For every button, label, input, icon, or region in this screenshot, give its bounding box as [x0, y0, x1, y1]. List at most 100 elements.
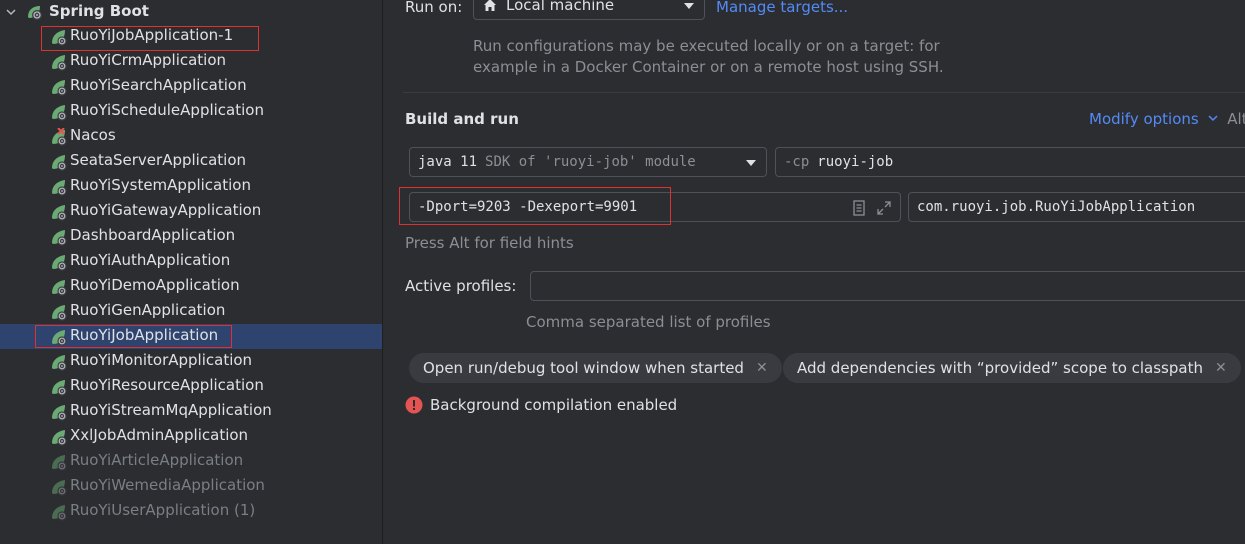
tree-item[interactable]: RuoYiResourceApplication — [0, 374, 382, 399]
home-icon — [484, 0, 496, 11]
tree-item[interactable]: RuoYiSearchApplication — [0, 74, 382, 99]
tree-item-label: RuoYiStreamMqApplication — [70, 401, 272, 419]
spring-boot-icon — [52, 230, 67, 246]
tree-item[interactable]: RuoYiStreamMqApplication — [0, 399, 382, 424]
active-profiles-label: Active profiles: — [405, 277, 517, 295]
tree-item-label: RuoYiSearchApplication — [70, 76, 247, 94]
run-on-select[interactable]: Local machine — [473, 0, 705, 20]
chevron-down-icon — [1207, 115, 1218, 122]
run-config-tree: Spring Boot RuoYiJobApplication-1 RuoYiCr… — [0, 0, 383, 544]
spring-boot-icon — [52, 205, 67, 221]
main-class-field[interactable]: com.ruoyi.job.RuoYiJobApplication — [908, 192, 1245, 222]
active-profiles-input[interactable] — [530, 271, 1245, 301]
spring-boot-icon — [52, 355, 67, 371]
cp-flag: -cp — [784, 154, 810, 170]
spring-boot-icon — [52, 330, 67, 346]
chevron-down-icon — [746, 160, 756, 166]
chip-open-tool-window[interactable]: Open run/debug tool window when started … — [409, 353, 782, 383]
chip-label: Open run/debug tool window when started — [423, 359, 744, 377]
chip-provided-scope[interactable]: Add dependencies with “provided” scope t… — [783, 353, 1241, 383]
spring-boot-icon — [52, 505, 67, 521]
tree-item-label: DashboardApplication — [70, 226, 236, 244]
vm-options-value: -Dport=9203 -Dexeport=9901 — [418, 199, 638, 215]
tree-item-label: RuoYiArticleApplication — [70, 451, 244, 469]
spring-boot-icon — [28, 6, 42, 20]
jdk-select[interactable]: java 11 SDK of 'ruoyi-job' module — [409, 147, 767, 177]
tree-item[interactable]: SeataServerApplication — [0, 149, 382, 174]
document-icon[interactable] — [852, 200, 866, 216]
tree-item[interactable]: RuoYiJobApplication — [0, 324, 382, 349]
cp-value: ruoyi-job — [817, 154, 894, 170]
run-on-description-1: Run configurations may be executed local… — [473, 37, 940, 55]
tree-item[interactable]: RuoYiGenApplication — [0, 299, 382, 324]
tree-item[interactable]: RuoYiArticleApplication — [0, 449, 382, 474]
tree-item[interactable]: RuoYiMonitorApplication — [0, 349, 382, 374]
tree-item-label: RuoYiResourceApplication — [70, 376, 264, 394]
tree-item[interactable]: RuoYiAuthApplication — [0, 249, 382, 274]
tree-item[interactable]: RuoYiUserApplication (1) — [0, 499, 382, 524]
spring-boot-icon — [52, 30, 67, 46]
tree-item-label: RuoYiGenApplication — [70, 301, 226, 319]
main-class-value: com.ruoyi.job.RuoYiJobApplication — [917, 199, 1196, 215]
close-icon[interactable]: ✕ — [756, 360, 768, 376]
expand-icon[interactable] — [876, 200, 892, 216]
spring-boot-icon — [52, 128, 67, 146]
tree-item[interactable]: RuoYiGatewayApplication — [0, 199, 382, 224]
tree-group-label: Spring Boot — [49, 2, 149, 20]
tree-group-spring-boot[interactable]: Spring Boot — [0, 0, 382, 24]
tree-item[interactable]: RuoYiJobApplication-1 — [0, 24, 382, 49]
tree-item-label: RuoYiCrmApplication — [70, 51, 227, 69]
close-icon[interactable]: ✕ — [1215, 360, 1227, 376]
field-hint: Press Alt for field hints — [405, 234, 574, 252]
spring-boot-icon — [52, 380, 67, 396]
config-form: Run on: Local machine Manage targets... … — [383, 0, 1245, 544]
tree-item[interactable]: RuoYiWemediaApplication — [0, 474, 382, 499]
spring-boot-icon — [52, 105, 67, 121]
error-icon — [405, 396, 423, 414]
spring-boot-icon — [52, 305, 67, 321]
tree-item-label: RuoYiScheduleApplication — [70, 101, 264, 119]
spring-boot-icon — [52, 180, 67, 196]
spring-boot-icon — [52, 455, 67, 471]
chip-label: Add dependencies with “provided” scope t… — [797, 359, 1203, 377]
jdk-detail: SDK of 'ruoyi-job' module — [485, 154, 696, 170]
tree-item-label: RuoYiSystemApplication — [70, 176, 251, 194]
tree-item[interactable]: RuoYiCrmApplication — [0, 49, 382, 74]
tree-item[interactable]: XxlJobAdminApplication — [0, 424, 382, 449]
spring-boot-icon — [52, 80, 67, 96]
tree-item-label: RuoYiUserApplication (1) — [70, 501, 256, 519]
warning-text: Background compilation enabled — [430, 396, 678, 414]
tree-item[interactable]: RuoYiScheduleApplication — [0, 99, 382, 124]
modify-options-shortcut: Alt — [1227, 110, 1245, 128]
modify-options-link[interactable]: Modify options Alt — [1089, 110, 1245, 128]
manage-targets-link[interactable]: Manage targets... — [716, 0, 848, 16]
spring-boot-icon — [52, 405, 67, 421]
spring-boot-icon — [52, 430, 67, 446]
modify-options-label: Modify options — [1089, 110, 1199, 128]
tree-item-label: RuoYiDemoApplication — [70, 276, 240, 294]
spring-boot-icon — [52, 280, 67, 296]
run-on-description-2: example in a Docker Container or on a re… — [473, 58, 944, 76]
jdk-main: java 11 — [418, 154, 478, 170]
tree-item-label: RuoYiWemediaApplication — [70, 476, 265, 494]
tree-item-label: RuoYiMonitorApplication — [70, 351, 253, 369]
tree-item-label: Nacos — [70, 126, 116, 144]
active-profiles-hint: Comma separated list of profiles — [526, 313, 771, 331]
build-run-title: Build and run — [405, 110, 519, 128]
section-separator — [403, 92, 1245, 93]
tree-item-label: RuoYiJobApplication-1 — [70, 26, 234, 44]
spring-boot-icon — [52, 155, 67, 171]
run-on-label: Run on: — [405, 0, 463, 16]
tree-item[interactable]: DashboardApplication — [0, 224, 382, 249]
vm-options-field[interactable]: -Dport=9203 -Dexeport=9901 — [409, 192, 901, 222]
spring-boot-icon — [52, 55, 67, 71]
chevron-down-icon[interactable] — [4, 5, 18, 19]
classpath-select[interactable]: -cp ruoyi-job — [775, 147, 1245, 177]
tree-item-label: SeataServerApplication — [70, 151, 247, 169]
spring-boot-icon — [52, 480, 67, 496]
chevron-down-icon — [684, 3, 694, 9]
tree-item[interactable]: Nacos — [0, 124, 382, 149]
tree-item-label: RuoYiJobApplication — [70, 326, 219, 344]
tree-item[interactable]: RuoYiDemoApplication — [0, 274, 382, 299]
tree-item[interactable]: RuoYiSystemApplication — [0, 174, 382, 199]
